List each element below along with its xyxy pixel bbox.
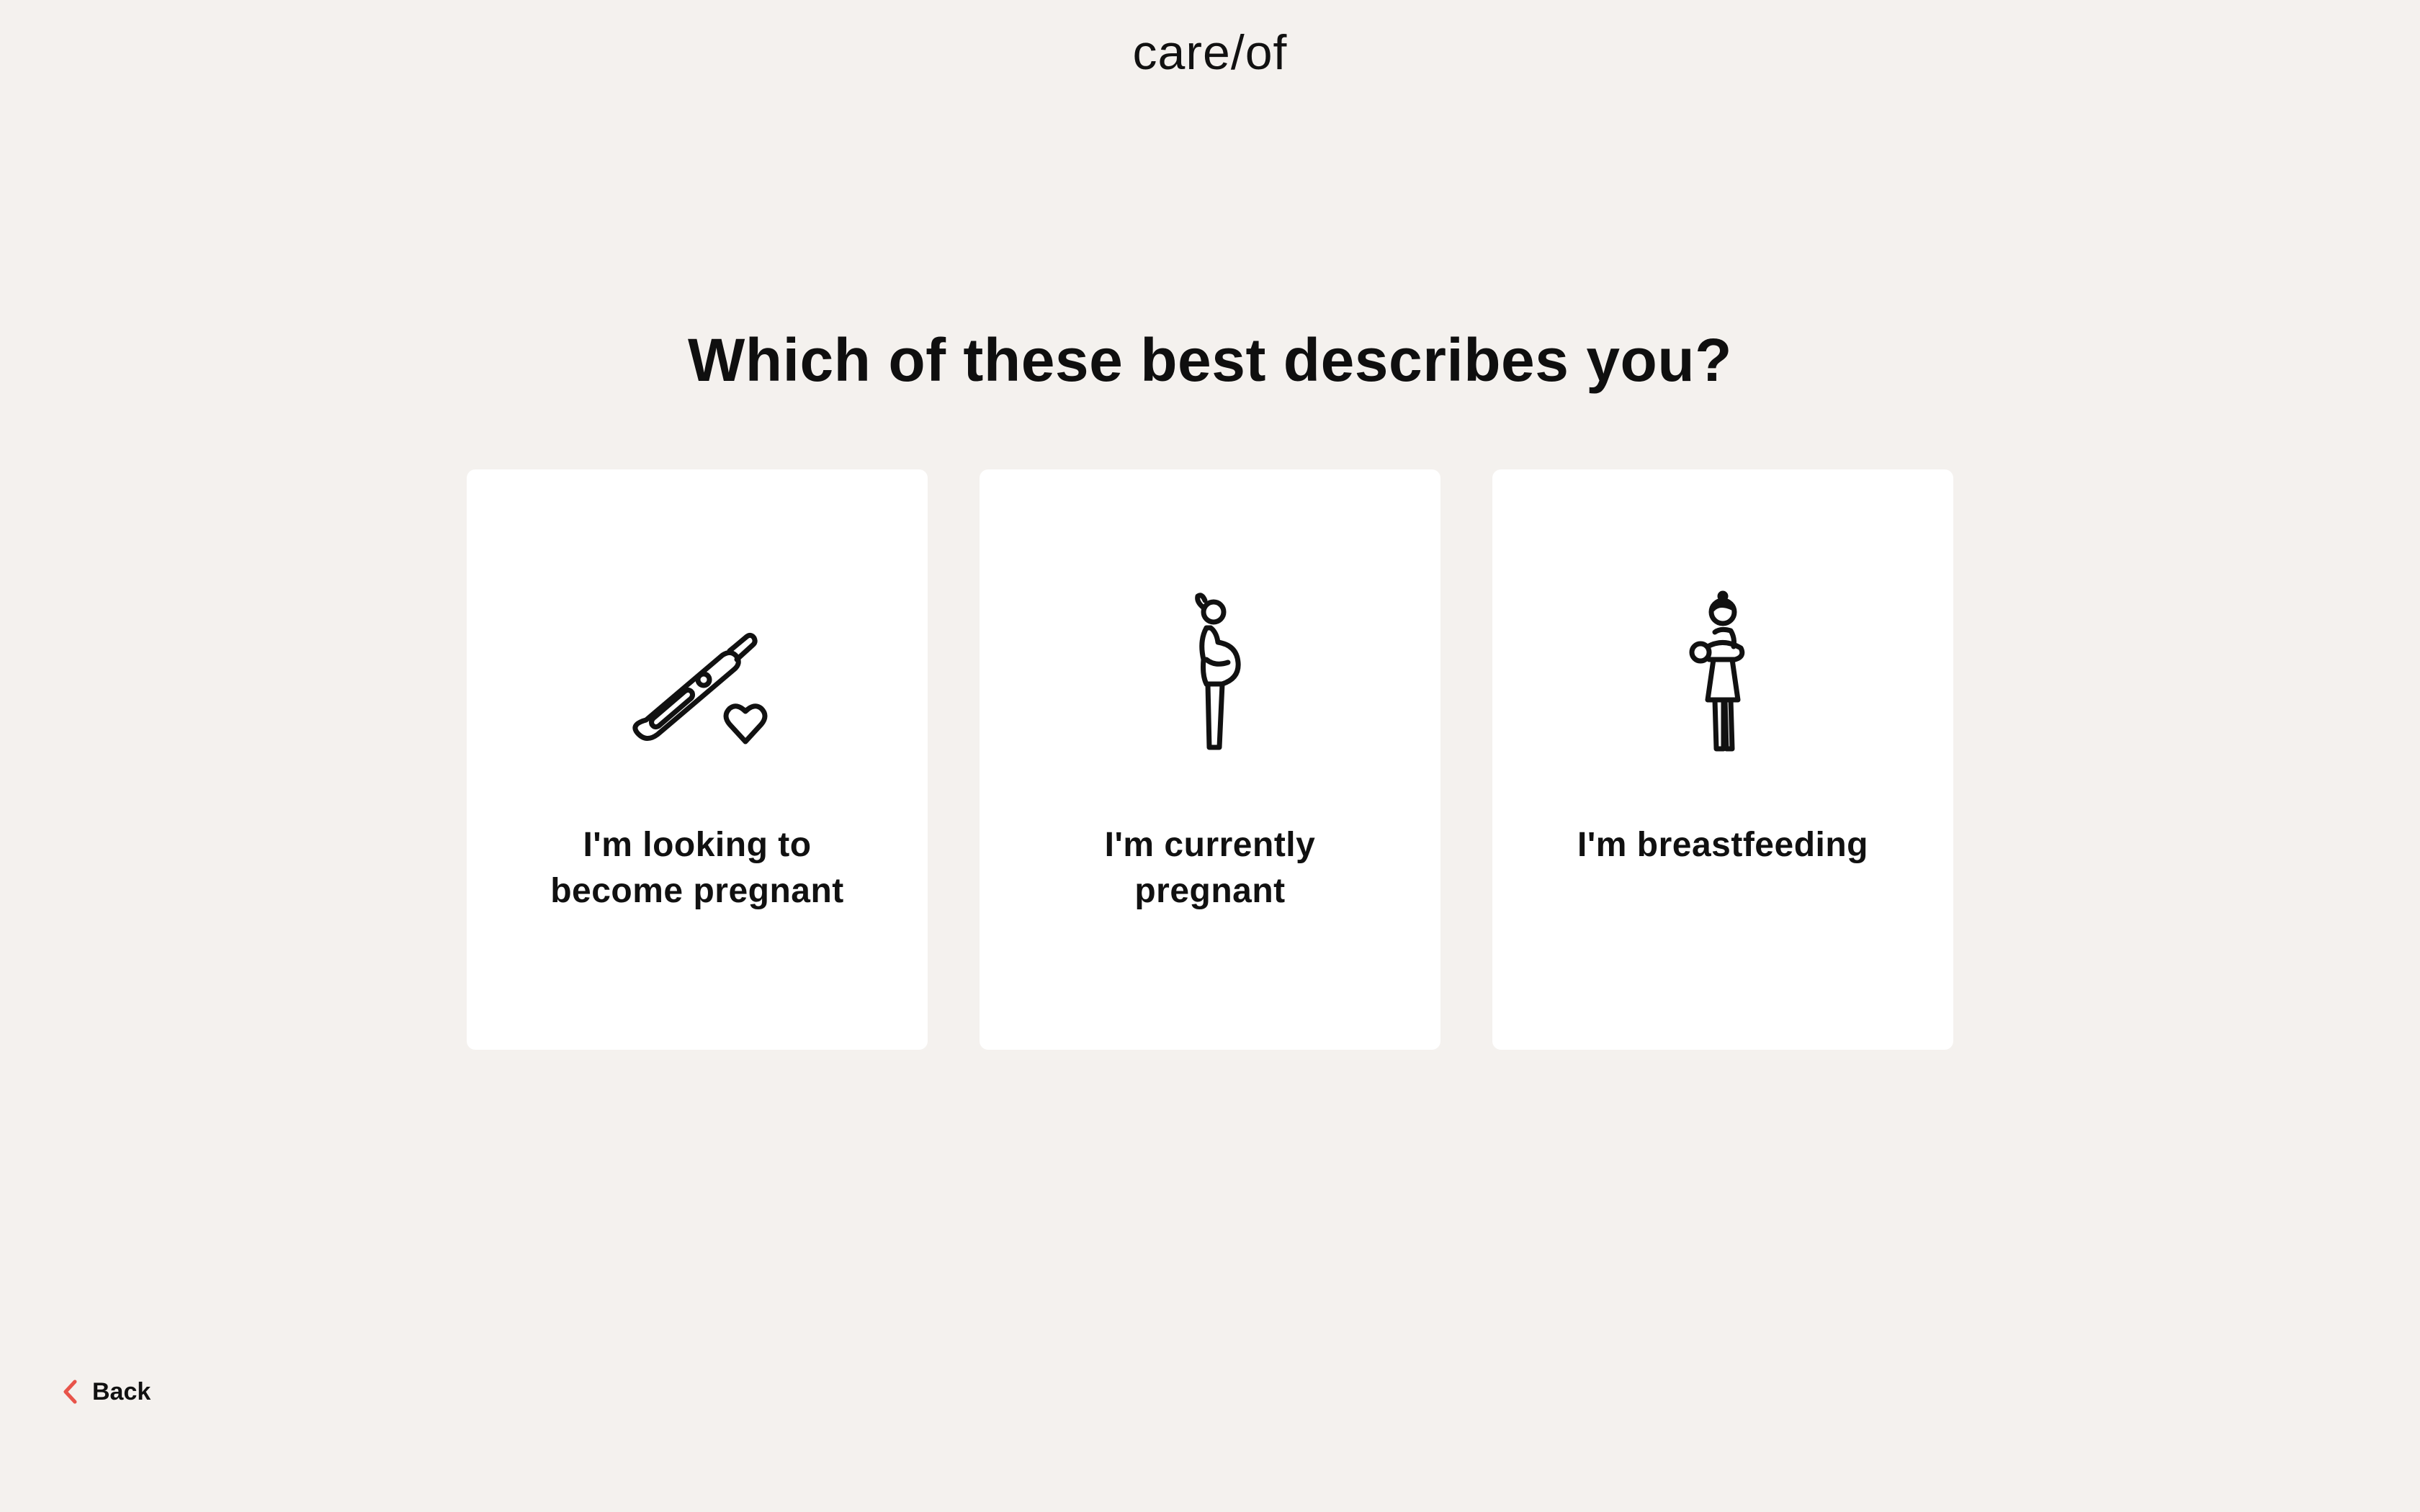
back-button[interactable]: Back [60,1374,151,1410]
pregnancy-test-heart-icon [467,590,928,756]
chevron-left-icon [63,1380,77,1404]
option-label: I'm currently pregnant [1008,822,1412,914]
page-question: Which of these best describes you? [688,326,1732,394]
option-card-currently-pregnant[interactable]: I'm currently pregnant [980,469,1440,1050]
back-label: Back [92,1377,151,1405]
brand-logo[interactable]: care/of [0,24,2420,81]
option-label-line: I'm breastfeeding [1577,826,1868,864]
option-label-line: pregnant [1134,872,1286,910]
option-label: I'm looking to become pregnant [496,822,899,914]
option-label-line: become pregnant [550,872,844,910]
option-card-become-pregnant[interactable]: I'm looking to become pregnant [467,469,928,1050]
breastfeeding-woman-icon [1492,590,1953,756]
option-card-breastfeeding[interactable]: I'm breastfeeding [1492,469,1953,1050]
pregnant-woman-icon [980,590,1440,756]
option-label-line: I'm looking to [583,826,812,864]
option-label: I'm breastfeeding [1521,822,1924,868]
option-label-line: I'm currently [1104,826,1316,864]
